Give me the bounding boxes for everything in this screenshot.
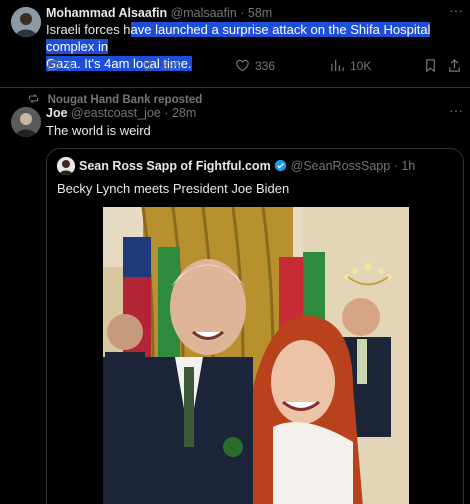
timestamp[interactable]: · 28m [164, 106, 196, 120]
quoted-post[interactable]: Sean Ross Sapp of Fightful.com @SeanRoss… [46, 148, 464, 504]
repost-count: 335 [161, 58, 182, 73]
avatar[interactable] [11, 107, 41, 137]
quoted-timestamp[interactable]: · 1h [394, 159, 416, 173]
share-icon [449, 59, 460, 72]
avatar[interactable] [11, 7, 41, 37]
author-name[interactable]: Joe [46, 106, 68, 120]
verified-badge-icon [274, 159, 287, 172]
like-button[interactable]: 336 [235, 58, 275, 73]
avatar-image [11, 107, 41, 137]
quoted-author-name[interactable]: Sean Ross Sapp of Fightful.com [79, 159, 271, 173]
repost-button[interactable]: 335 [141, 58, 181, 73]
repost-icon [143, 60, 154, 71]
quoted-author-handle[interactable]: @SeanRossSapp [291, 159, 391, 173]
timestamp[interactable]: · 58m [240, 6, 272, 20]
views-button[interactable]: 10K [330, 58, 371, 73]
reply-count: 5 [66, 58, 73, 73]
bookmark-button[interactable] [423, 58, 438, 73]
avatar-image [11, 7, 41, 37]
author-handle[interactable]: @malsaafin [171, 6, 237, 20]
more-icon[interactable]: ··· [449, 2, 463, 18]
views-icon [331, 59, 344, 72]
views-count: 10K [350, 58, 372, 73]
reply-icon [47, 59, 60, 72]
post-malsaafin[interactable]: Mohammad Alsaafin @malsaafin · 58m ··· I… [0, 0, 470, 88]
share-button[interactable] [447, 58, 462, 73]
more-icon[interactable]: ··· [449, 102, 463, 118]
author-handle[interactable]: @eastcoast_joe [71, 106, 161, 120]
divider [0, 87, 470, 88]
avatar-image [57, 157, 75, 175]
bookmark-icon [426, 59, 435, 73]
repost-note[interactable]: Nougat Hand Bank reposted [27, 91, 202, 106]
reply-button[interactable]: 5 [46, 58, 73, 73]
quoted-photo[interactable] [103, 207, 409, 504]
quoted-avatar[interactable] [57, 157, 75, 175]
heart-icon [236, 59, 249, 72]
author-name[interactable]: Mohammad Alsaafin [46, 6, 167, 20]
action-bar: 5 335 336 10K [46, 58, 460, 78]
post-text: The world is weird [46, 123, 151, 138]
like-count: 336 [255, 58, 276, 73]
photo-image [103, 207, 409, 504]
quoted-text: Becky Lynch meets President Joe Biden [57, 181, 290, 196]
